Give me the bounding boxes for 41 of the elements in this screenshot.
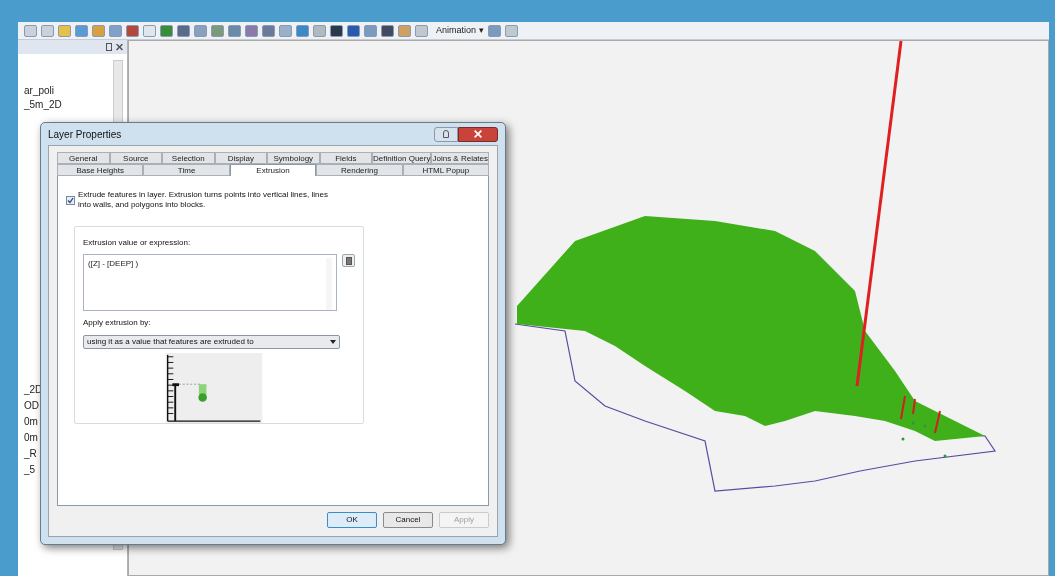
checkbox[interactable] — [66, 196, 75, 205]
dialog-title: Layer Properties — [48, 127, 122, 142]
check-icon — [67, 197, 74, 204]
tab[interactable]: HTML Popup — [402, 164, 490, 176]
animation-menu[interactable]: Animation ▾ — [436, 23, 484, 38]
toolbar-icon[interactable] — [347, 24, 360, 37]
tab[interactable]: General — [57, 152, 110, 164]
tab[interactable]: Symbology — [267, 152, 320, 164]
toolbar-icon[interactable] — [330, 24, 343, 37]
tab[interactable]: Selection — [162, 152, 215, 164]
caret-icon — [330, 340, 336, 344]
scrollbar[interactable] — [326, 258, 333, 310]
tab[interactable]: Fields — [319, 152, 373, 164]
toolbar-icon[interactable] — [381, 24, 394, 37]
expression-label: Extrusion value or expression: — [83, 237, 192, 249]
layer-name[interactable]: _5m_2D — [24, 98, 127, 112]
help-button[interactable] — [434, 126, 458, 142]
dialog-button[interactable]: OK — [327, 512, 377, 528]
tab[interactable]: Time — [143, 164, 230, 176]
apply-value: using it as a value that features are extruded to — [87, 336, 254, 348]
toolbar-icon[interactable] — [126, 24, 139, 37]
close-icon — [474, 130, 482, 138]
tab[interactable]: Base Heights — [57, 164, 144, 176]
layer-name[interactable]: ar_poli — [24, 84, 127, 98]
tab[interactable]: Definition Query — [372, 152, 432, 164]
tab[interactable]: Joins & Relates — [431, 152, 490, 164]
pin-icon[interactable] — [106, 43, 112, 51]
close-button[interactable] — [458, 126, 498, 142]
tab[interactable]: Source — [109, 152, 163, 164]
expression-value: ([Z] - [DEEP] ) — [88, 258, 139, 270]
tab[interactable]: Rendering — [316, 164, 403, 176]
apply-label: Apply extrusion by: — [83, 317, 152, 329]
toolbar-icon[interactable] — [177, 24, 190, 37]
extrude-label: Extrude features in layer. Extrusion turns points into vertical lines, lines into walls, and polygons into blocks. — [78, 190, 329, 210]
tab[interactable]: Extrusion — [229, 164, 317, 176]
expression-field[interactable]: ([Z] - [DEEP] ) — [83, 254, 338, 311]
dialog-button[interactable]: Cancel — [383, 512, 433, 528]
tab[interactable]: Display — [214, 152, 268, 164]
expression-builder-button[interactable] — [342, 254, 355, 267]
apply-dropdown[interactable]: using it as a value that features are extruded to — [83, 335, 340, 349]
close-icon[interactable] — [116, 43, 123, 51]
